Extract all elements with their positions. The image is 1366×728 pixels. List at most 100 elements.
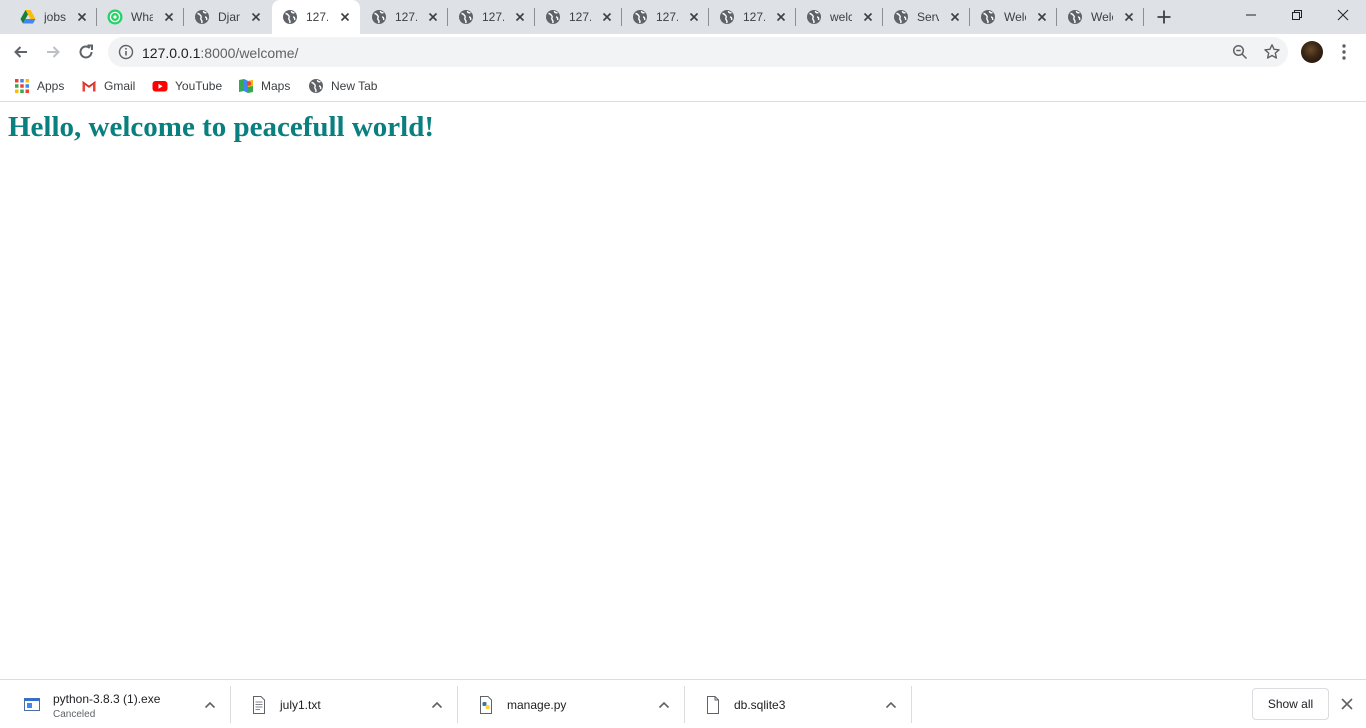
tab-active[interactable]: 127.0.0.1 — [272, 0, 360, 34]
close-tab-icon[interactable] — [947, 9, 963, 25]
download-item[interactable]: python-3.8.3 (1).exe Canceled — [4, 680, 231, 728]
tab-title: 127.0.0.1 — [306, 10, 328, 24]
back-arrow-icon — [14, 46, 27, 58]
download-filename: python-3.8.3 (1).exe — [53, 692, 161, 706]
more-menu-icon[interactable] — [1336, 42, 1352, 62]
download-filename: manage.py — [507, 698, 567, 712]
url-text[interactable]: 127.0.0.1:8000/welcome/ — [142, 45, 298, 61]
chevron-up-icon[interactable] — [203, 698, 217, 712]
tab-whatsapp[interactable]: WhatsApp — [97, 0, 184, 34]
close-tab-icon[interactable] — [74, 9, 90, 25]
forward-button[interactable] — [41, 40, 65, 64]
tab-127-0-0-1[interactable]: 127.0.0.1 — [535, 0, 622, 34]
restore-icon — [1292, 10, 1302, 20]
tab-django[interactable]: Django — [184, 0, 271, 34]
download-status: Canceled — [53, 709, 96, 720]
zoom-icon[interactable] — [1232, 44, 1248, 60]
url-host: 127.0.0.1 — [142, 45, 201, 61]
tab-127-0-0-1[interactable]: 127.0.0.1 — [622, 0, 709, 34]
show-all-button[interactable]: Show all — [1252, 688, 1329, 720]
download-filename: db.sqlite3 — [734, 698, 786, 712]
tab-title: jobsite — [44, 10, 66, 24]
url-path: :8000/welcome/ — [200, 45, 299, 61]
whatsapp-icon — [107, 9, 123, 25]
close-tab-icon[interactable] — [686, 9, 702, 25]
restore-button[interactable] — [1274, 0, 1320, 30]
globe-icon — [1068, 10, 1082, 24]
bookmark-apps[interactable]: Apps — [14, 76, 64, 96]
tab-jobsite[interactable]: jobsite — [10, 0, 97, 34]
bookmark-label: Apps — [37, 79, 65, 93]
file-icon — [707, 696, 719, 714]
download-item[interactable]: db.sqlite3 — [685, 680, 912, 728]
minimize-button[interactable] — [1228, 0, 1274, 30]
page-heading: Hello, welcome to peacefull world! — [8, 111, 435, 143]
apps-grid-icon — [15, 79, 29, 93]
tab-title: 127.0.0.1 — [656, 10, 678, 24]
close-shelf-icon[interactable] — [1340, 697, 1354, 711]
bookmark-gmail[interactable]: Gmail — [81, 76, 135, 96]
text-file-icon — [253, 696, 265, 714]
tab-separator — [1143, 8, 1144, 26]
globe-icon — [459, 10, 473, 24]
close-tab-icon[interactable] — [1121, 9, 1137, 25]
globe-icon — [894, 10, 908, 24]
close-window-button[interactable] — [1320, 0, 1366, 30]
download-item[interactable]: manage.py — [458, 680, 685, 728]
bookmark-label: New Tab — [331, 79, 378, 93]
tab-title: Welcome — [1091, 10, 1113, 24]
reload-button[interactable] — [74, 40, 98, 64]
bookmarks-bar: Apps Gmail YouTube Maps New Tab — [0, 70, 1366, 102]
globe-icon — [633, 10, 647, 24]
tab-welcome[interactable]: Welcome — [970, 0, 1057, 34]
tab-127-0-0-1[interactable]: 127.0.0.1 — [448, 0, 535, 34]
globe-icon — [807, 10, 821, 24]
installer-icon — [24, 698, 40, 711]
site-info-icon[interactable] — [118, 44, 134, 60]
close-tab-icon[interactable] — [248, 9, 264, 25]
tab-127-0-0-1[interactable]: 127.0.0.1 — [709, 0, 796, 34]
reload-icon — [79, 44, 93, 59]
tab-welcome[interactable]: welcome — [796, 0, 883, 34]
new-tab-plus-icon[interactable] — [1154, 7, 1174, 27]
close-tab-icon[interactable] — [337, 9, 353, 25]
gmail-icon — [82, 81, 96, 92]
page-content: Hello, welcome to peacefull world! — [0, 103, 1366, 679]
close-tab-icon[interactable] — [773, 9, 789, 25]
address-bar[interactable]: 127.0.0.1:8000/welcome/ — [108, 37, 1288, 67]
bookmark-maps[interactable]: Maps — [238, 76, 290, 96]
globe-icon — [283, 10, 297, 24]
globe-icon — [309, 79, 323, 93]
tab-welcome[interactable]: Welcome — [1057, 0, 1144, 34]
globe-icon — [981, 10, 995, 24]
tab-title: 127.0.0.1 — [743, 10, 765, 24]
tab-server[interactable]: Server — [883, 0, 970, 34]
close-tab-icon[interactable] — [512, 9, 528, 25]
tab-title: WhatsApp — [131, 10, 153, 24]
chevron-up-icon[interactable] — [884, 698, 898, 712]
download-item[interactable]: july1.txt — [231, 680, 458, 728]
close-icon — [1337, 9, 1349, 21]
back-button[interactable] — [9, 40, 33, 64]
tab-title: Welcome — [1004, 10, 1026, 24]
close-tab-icon[interactable] — [599, 9, 615, 25]
globe-icon — [720, 10, 734, 24]
bookmark-star-icon[interactable] — [1263, 43, 1281, 61]
tab-title: welcome — [830, 10, 852, 24]
download-filename: july1.txt — [280, 698, 321, 712]
bookmark-new-tab[interactable]: New Tab — [308, 76, 377, 96]
tab-title: 127.0.0.1 — [569, 10, 591, 24]
close-tab-icon[interactable] — [1034, 9, 1050, 25]
bookmark-youtube[interactable]: YouTube — [152, 76, 222, 96]
bookmark-label: Maps — [261, 79, 291, 93]
close-tab-icon[interactable] — [425, 9, 441, 25]
tab-strip: jobsite WhatsApp Django 127.0.0.1 — [0, 0, 1366, 34]
tab-title: 127.0.0.1 — [482, 10, 504, 24]
profile-avatar[interactable] — [1301, 41, 1323, 63]
tab-127-0-0-1[interactable]: 127.0.0.1 — [361, 0, 448, 34]
chevron-up-icon[interactable] — [430, 698, 444, 712]
close-tab-icon[interactable] — [860, 9, 876, 25]
chevron-up-icon[interactable] — [657, 698, 671, 712]
close-tab-icon[interactable] — [161, 9, 177, 25]
browser-toolbar: 127.0.0.1:8000/welcome/ — [0, 34, 1366, 70]
